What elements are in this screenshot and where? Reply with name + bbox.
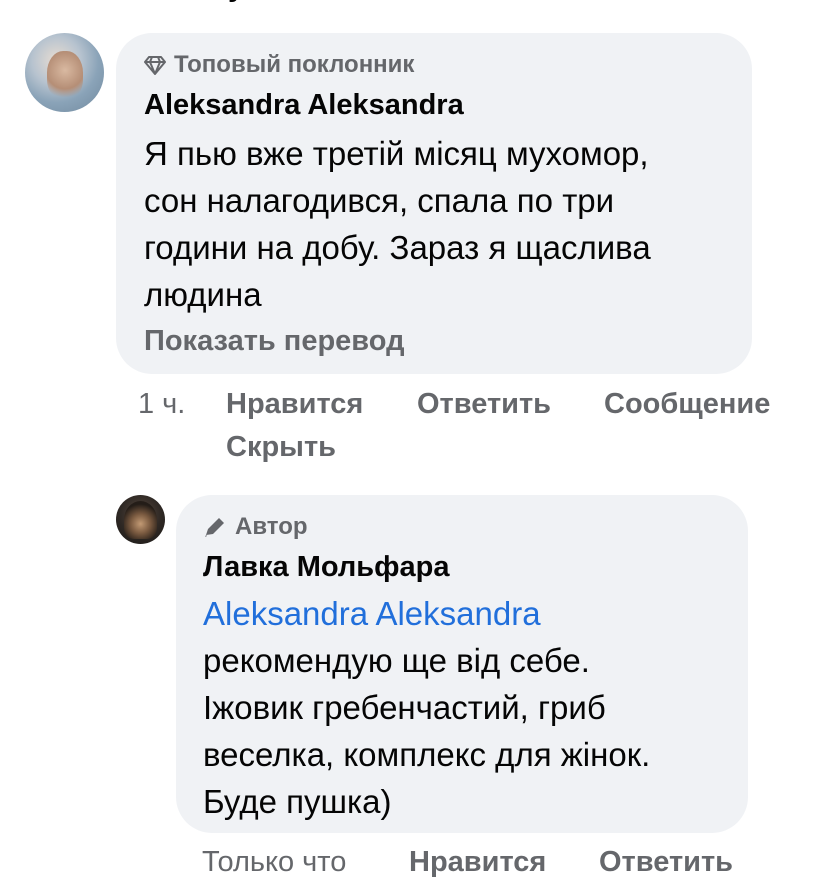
comment-text-line: Я пью вже третій місяц мухомор, <box>144 135 649 172</box>
show-translation-link[interactable]: Показать перевод <box>144 325 404 358</box>
author-badge: Автор <box>203 513 308 541</box>
comments-thread: у Топовый поклонник Aleksandra Aleksandr… <box>0 0 828 881</box>
comment-text: Я пью вже третій місяц мухомор, сон нала… <box>144 130 744 318</box>
reply-text-line: веселка, комплекс для жінок. <box>203 736 651 773</box>
comment-timestamp[interactable]: 1 ч. <box>138 388 185 421</box>
diamond-icon <box>144 56 166 75</box>
mention-link[interactable]: Aleksandra Aleksandra <box>203 590 743 637</box>
pencil-icon <box>205 518 224 537</box>
reply-like-button[interactable]: Нравится <box>409 846 546 879</box>
reply-author-name[interactable]: Лавка Мольфара <box>203 551 449 584</box>
message-button[interactable]: Сообщение <box>604 388 770 421</box>
reply-text-line: Іжовик гребенчастий, гриб <box>203 689 606 726</box>
comment-text-line: сон налагодився, спала по три <box>144 182 615 219</box>
hide-button[interactable]: Скрыть <box>226 431 336 464</box>
previous-content-cutoff: у <box>228 0 268 6</box>
comment-text-line: людина <box>144 276 262 313</box>
page-avatar[interactable] <box>116 495 165 544</box>
reply-reply-button[interactable]: Ответить <box>599 846 733 879</box>
reply-text-line: рекомендую ще від себе. <box>203 642 590 679</box>
reply-button[interactable]: Ответить <box>417 388 551 421</box>
comment-author-name[interactable]: Aleksandra Aleksandra <box>144 89 464 122</box>
like-button[interactable]: Нравится <box>226 388 363 421</box>
reply-bubble: Автор Лавка Мольфара Aleksandra Aleksand… <box>176 495 748 833</box>
badge-label: Автор <box>235 513 308 540</box>
badge-label: Топовый поклонник <box>174 51 415 78</box>
comment-bubble: Топовый поклонник Aleksandra Aleksandra … <box>116 33 752 374</box>
comment-text-line: години на добу. Зараз я щаслива <box>144 229 651 266</box>
reply-text: Aleksandra Aleksandra рекомендую ще від … <box>203 590 743 825</box>
reply-text-line: Буде пушка) <box>203 783 392 820</box>
commenter-avatar[interactable] <box>25 33 104 112</box>
reply-timestamp[interactable]: Только что <box>202 846 346 879</box>
top-fan-badge: Топовый поклонник <box>144 51 414 79</box>
